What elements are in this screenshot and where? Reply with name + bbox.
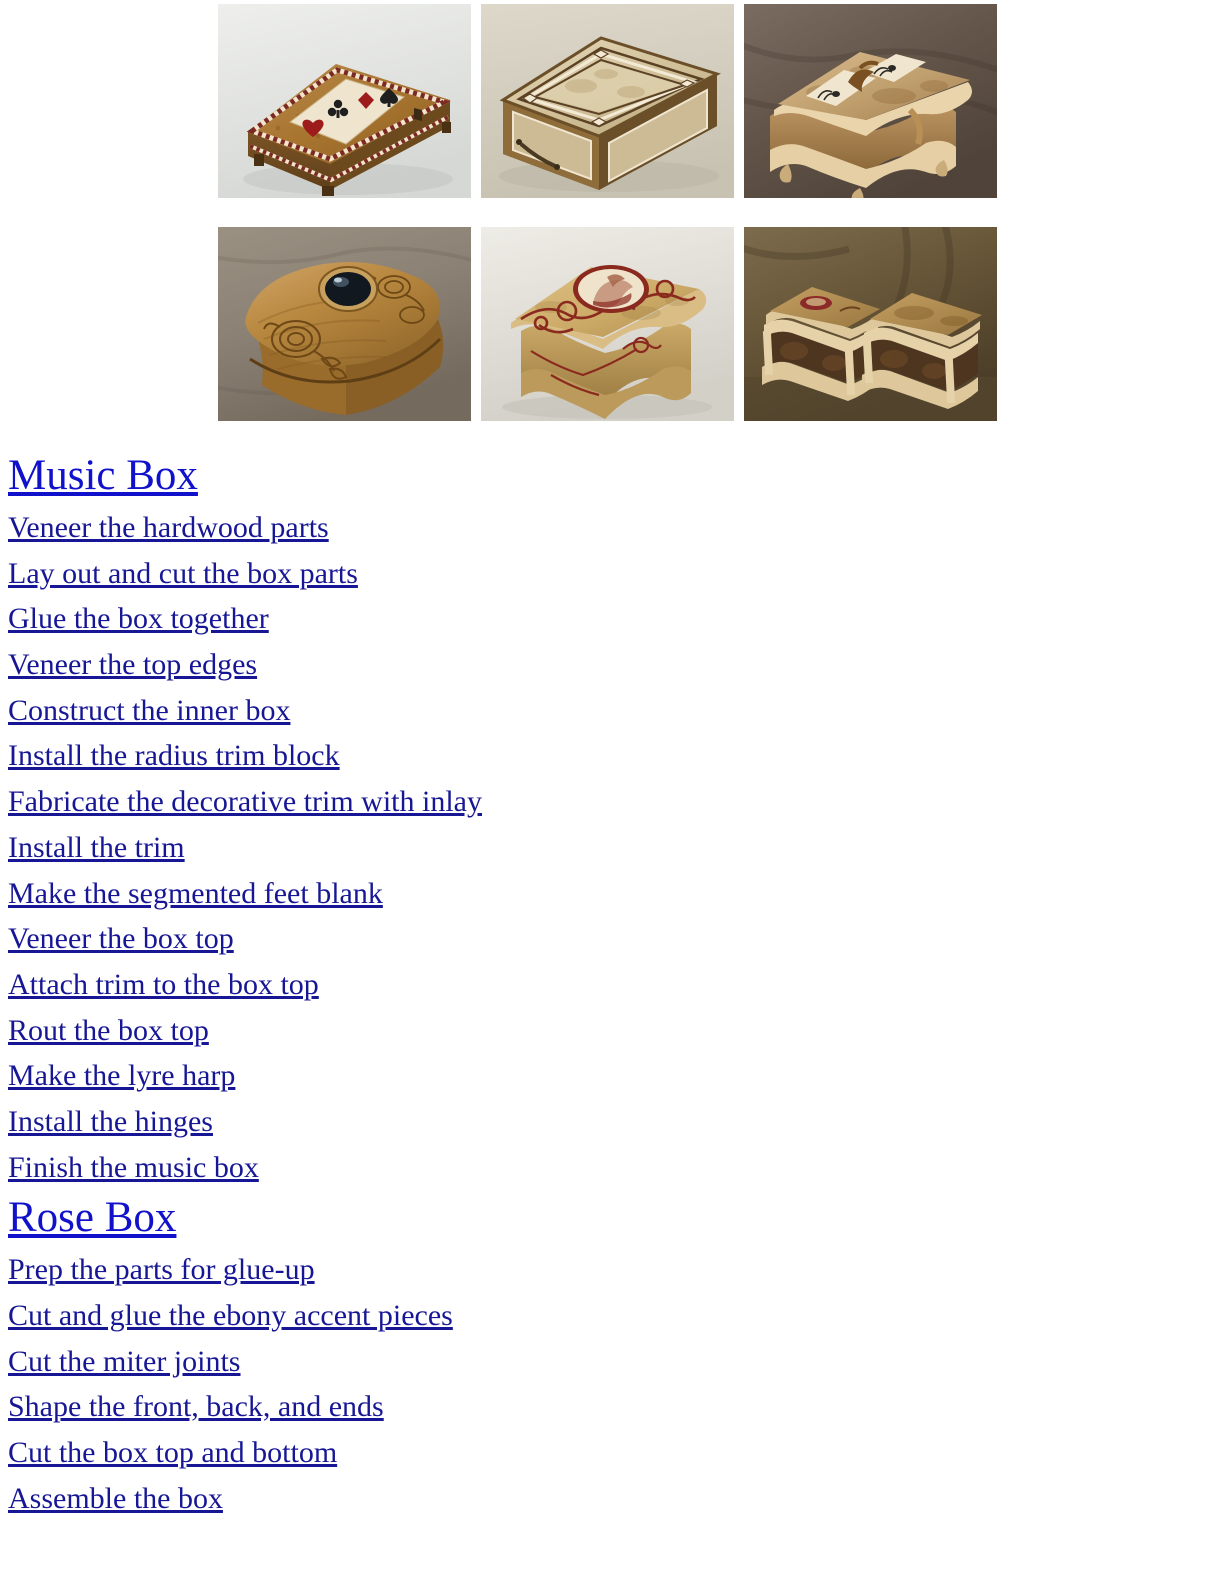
link-prep-the-parts-for-glue-up[interactable]: Prep the parts for glue-up: [8, 1253, 315, 1286]
list-item: Lay out and cut the box parts: [0, 551, 1216, 597]
card-suit-inlay-box-image: [218, 4, 471, 198]
link-glue-the-box-together[interactable]: Glue the box together: [8, 602, 269, 635]
link-cut-the-miter-joints[interactable]: Cut the miter joints: [8, 1345, 241, 1378]
link-install-the-radius-trim-block[interactable]: Install the radius trim block: [8, 739, 340, 772]
link-lay-out-and-cut-the-box-parts[interactable]: Lay out and cut the box parts: [8, 557, 358, 590]
list-item: Install the hinges: [0, 1099, 1216, 1145]
link-veneer-the-top-edges[interactable]: Veneer the top edges: [8, 648, 257, 681]
photo-pair-of-trim-boxes[interactable]: [744, 227, 997, 421]
link-rout-the-box-top[interactable]: Rout the box top: [8, 1014, 209, 1047]
photo-carved-rose-box[interactable]: [218, 227, 471, 421]
lyre-harp-music-box-image: [744, 4, 997, 198]
rose-box-title-link[interactable]: Rose Box: [8, 1194, 176, 1241]
music-box-title-link[interactable]: Music Box: [8, 452, 198, 499]
list-item: Veneer the hardwood parts: [0, 505, 1216, 551]
gallery-row-1: [218, 4, 998, 198]
list-item: Construct the inner box: [0, 688, 1216, 734]
vine-inlay-cameo-box-image: [481, 227, 734, 421]
carved-rose-box-image: [218, 227, 471, 421]
list-item: Finish the music box: [0, 1145, 1216, 1191]
link-attach-trim-to-the-box-top[interactable]: Attach trim to the box top: [8, 968, 319, 1001]
list-item: Cut the box top and bottom: [0, 1430, 1216, 1476]
geometric-inlay-box-image: [481, 4, 734, 198]
photo-card-suit-inlay-box[interactable]: [218, 4, 471, 198]
list-item: Attach trim to the box top: [0, 962, 1216, 1008]
page-title-music-box: Music Box: [0, 448, 1216, 504]
link-construct-the-inner-box[interactable]: Construct the inner box: [8, 694, 290, 727]
rose-box-link-list: Prep the parts for glue-up Cut and glue …: [0, 1247, 1216, 1521]
link-veneer-the-box-top[interactable]: Veneer the box top: [8, 922, 234, 955]
list-item: Veneer the box top: [0, 916, 1216, 962]
link-make-the-segmented-feet-blank[interactable]: Make the segmented feet blank: [8, 877, 383, 910]
list-item: Make the segmented feet blank: [0, 871, 1216, 917]
list-item: Assemble the box: [0, 1476, 1216, 1522]
link-shape-the-front-back-and-ends[interactable]: Shape the front, back, and ends: [8, 1390, 384, 1423]
list-item: Rout the box top: [0, 1008, 1216, 1054]
list-item: Veneer the top edges: [0, 642, 1216, 688]
list-item: Shape the front, back, and ends: [0, 1384, 1216, 1430]
photo-gallery: [218, 4, 998, 450]
link-cut-the-box-top-and-bottom[interactable]: Cut the box top and bottom: [8, 1436, 337, 1469]
link-install-the-trim[interactable]: Install the trim: [8, 831, 185, 864]
page-title-rose-box: Rose Box: [0, 1190, 1216, 1246]
photo-vine-inlay-cameo-box[interactable]: [481, 227, 734, 421]
list-item: Prep the parts for glue-up: [0, 1247, 1216, 1293]
link-veneer-the-hardwood-parts[interactable]: Veneer the hardwood parts: [8, 511, 329, 544]
gallery-row-2: [218, 227, 998, 421]
list-item: Cut and glue the ebony accent pieces: [0, 1293, 1216, 1339]
link-install-the-hinges[interactable]: Install the hinges: [8, 1105, 213, 1138]
link-cut-and-glue-the-ebony-accent-pieces[interactable]: Cut and glue the ebony accent pieces: [8, 1299, 453, 1332]
list-item: Cut the miter joints: [0, 1339, 1216, 1385]
link-make-the-lyre-harp[interactable]: Make the lyre harp: [8, 1059, 235, 1092]
pair-of-trim-boxes-image: [744, 227, 997, 421]
list-item: Install the trim: [0, 825, 1216, 871]
list-item: Fabricate the decorative trim with inlay: [0, 779, 1216, 825]
photo-lyre-harp-music-box[interactable]: [744, 4, 997, 198]
list-item: Install the radius trim block: [0, 733, 1216, 779]
link-finish-the-music-box[interactable]: Finish the music box: [8, 1151, 259, 1184]
page-content: Music Box Veneer the hardwood parts Lay …: [0, 448, 1216, 1521]
list-item: Make the lyre harp: [0, 1053, 1216, 1099]
music-box-link-list: Veneer the hardwood parts Lay out and cu…: [0, 505, 1216, 1190]
list-item: Glue the box together: [0, 596, 1216, 642]
link-assemble-the-box[interactable]: Assemble the box: [8, 1482, 223, 1515]
photo-geometric-inlay-box[interactable]: [481, 4, 734, 198]
link-fabricate-the-decorative-trim-with-inlay[interactable]: Fabricate the decorative trim with inlay: [8, 785, 482, 818]
